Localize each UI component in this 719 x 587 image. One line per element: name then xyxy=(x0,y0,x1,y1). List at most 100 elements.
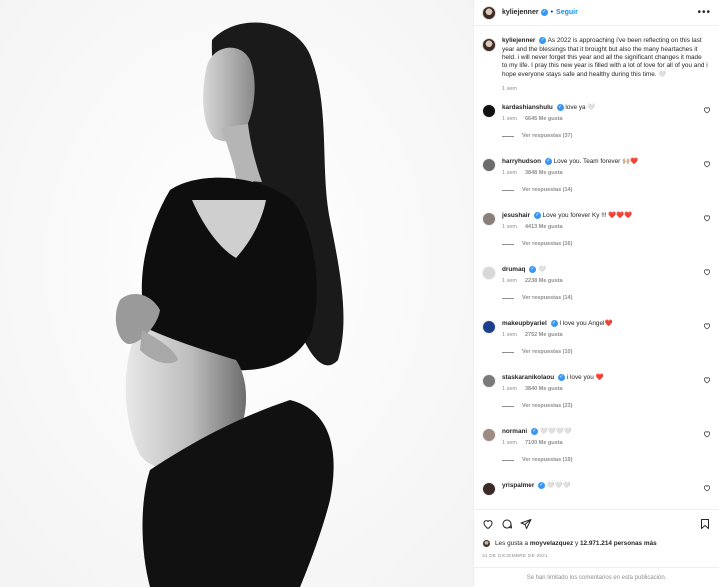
comment-item: kardashianshulu ✓ love ya 🤍 1 sem 6645 Me … xyxy=(482,104,711,158)
comment-time[interactable]: 1 sem xyxy=(502,440,517,446)
comment-like-heart-icon[interactable] xyxy=(703,214,711,222)
author-username[interactable]: kyliejenner xyxy=(502,9,539,16)
comment-body: love ya 🤍 xyxy=(565,104,596,112)
likes-summary: Les gusta a moyvelazquez y 12.971.214 pe… xyxy=(482,539,711,548)
comment-text: makeupbyariel ✓ I love you Angel❤️ xyxy=(502,320,698,328)
author-avatar[interactable] xyxy=(482,5,496,20)
likes-prefix: Les gusta a xyxy=(495,540,529,547)
comment-like-heart-icon[interactable] xyxy=(703,376,711,384)
likes-count[interactable]: 12.971.214 personas más xyxy=(580,540,657,547)
verified-badge-icon: ✓ xyxy=(558,374,565,382)
commenter-avatar[interactable] xyxy=(482,212,496,227)
comment-meta: 1 sem 3840 Me gusta xyxy=(502,386,698,392)
comment-likes[interactable]: 7100 Me gusta xyxy=(525,440,563,446)
comment-likes[interactable]: 4413 Me gusta xyxy=(525,224,563,230)
liker-avatar[interactable] xyxy=(482,539,491,548)
post-image[interactable] xyxy=(0,0,473,587)
comments-limited-notice: Se han limitado los comentarios en esta … xyxy=(474,567,719,587)
comment-body: Love you forever Ky !!! ❤️❤️❤️ xyxy=(542,212,633,220)
verified-badge-icon: ✓ xyxy=(540,9,548,16)
verified-badge-icon: ✓ xyxy=(533,212,541,220)
comment-like-heart-icon[interactable] xyxy=(703,268,711,276)
comment-like-heart-icon[interactable] xyxy=(703,160,711,168)
follow-button[interactable]: Seguir xyxy=(556,9,578,16)
verified-badge-icon: ✓ xyxy=(550,320,558,328)
comment-like-heart-icon[interactable] xyxy=(703,484,711,492)
comments-list[interactable]: kyliejenner ✓ As 2022 is approaching i'v… xyxy=(474,27,719,509)
post-date[interactable]: 31 DE DICIEMBRE DE 2021 xyxy=(482,554,711,559)
comment-time[interactable]: 1 sem xyxy=(502,386,517,392)
comment-body: 🤍🤍🤍 xyxy=(546,482,571,490)
comment-meta: 1 sem 2752 Me gusta xyxy=(502,332,698,338)
view-replies-button[interactable]: Ver respuestas (23) xyxy=(502,403,698,409)
comment-bubble-icon[interactable] xyxy=(501,518,513,530)
commenter-avatar[interactable] xyxy=(482,266,496,281)
verified-badge-icon: ✓ xyxy=(539,37,547,44)
caption-avatar[interactable] xyxy=(482,38,496,52)
liker-username[interactable]: moyvelazquez xyxy=(530,540,573,547)
caption-time: 1 sem xyxy=(502,86,517,93)
view-replies-button[interactable]: Ver respuestas (19) xyxy=(502,457,698,463)
like-heart-icon[interactable] xyxy=(482,518,494,530)
comment-like-heart-icon[interactable] xyxy=(703,106,711,114)
view-replies-button[interactable]: Ver respuestas (37) xyxy=(502,133,698,139)
comment-like-heart-icon[interactable] xyxy=(703,322,711,330)
caption: kyliejenner ✓ As 2022 is approaching i'v… xyxy=(482,37,711,92)
comment-time[interactable]: 1 sem xyxy=(502,278,517,284)
verified-badge-icon: ✓ xyxy=(538,482,546,490)
view-replies-button[interactable]: Ver respuestas (10) xyxy=(502,349,698,355)
commenter-username[interactable]: normani xyxy=(502,428,527,435)
comment-time[interactable]: 1 sem xyxy=(502,170,517,176)
commenter-username[interactable]: drumaq xyxy=(502,266,525,273)
commenter-avatar[interactable] xyxy=(482,374,496,389)
likes-middle: y xyxy=(574,540,579,547)
comment-text: harryhudson ✓ Love you. Team forever 🙌🏼❤… xyxy=(502,158,698,166)
view-replies-button[interactable]: Ver respuestas (16) xyxy=(502,241,698,247)
comment-text: normani ✓ 🤍🤍🤍🤍 xyxy=(502,428,698,436)
comment-likes[interactable]: 2752 Me gusta xyxy=(525,332,563,338)
comment-body: I love you Angel❤️ xyxy=(559,320,613,328)
commenter-username[interactable]: makeupbyariel xyxy=(502,320,547,327)
comment-body: 🤍🤍🤍🤍 xyxy=(539,428,572,436)
view-replies-button[interactable]: Ver respuestas (14) xyxy=(502,187,698,193)
share-send-icon[interactable] xyxy=(520,518,532,530)
commenter-avatar[interactable] xyxy=(482,320,496,335)
commenter-avatar[interactable] xyxy=(482,428,496,443)
commenter-username[interactable]: kardashianshulu xyxy=(502,104,553,111)
comment-time[interactable]: 1 sem xyxy=(502,116,517,122)
comment-meta: 1 sem 7100 Me gusta xyxy=(502,440,698,446)
comment-text: staskaranikolaou ✓ i love you ❤️ xyxy=(502,374,698,382)
post-header: kyliejenner ✓ • Seguir ••• xyxy=(474,0,719,26)
commenter-username[interactable]: yrispalmer xyxy=(502,482,534,489)
comment-item: jesushair ✓ Love you forever Ky !!! ❤️❤️… xyxy=(482,212,711,266)
comment-likes[interactable]: 3840 Me gusta xyxy=(525,386,563,392)
commenter-avatar[interactable] xyxy=(482,104,496,119)
comment-item: normani ✓ 🤍🤍🤍🤍 1 sem 7100 Me gusta Ver resp… xyxy=(482,428,711,482)
post-side-panel: kyliejenner ✓ • Seguir ••• kyliejenner ✓… xyxy=(473,0,719,587)
commenter-avatar[interactable] xyxy=(482,158,496,173)
comment-likes[interactable]: 2238 Me gusta xyxy=(525,278,563,284)
comment-likes[interactable]: 3848 Me gusta xyxy=(525,170,563,176)
verified-badge-icon: ✓ xyxy=(544,158,552,166)
commenter-avatar[interactable] xyxy=(482,482,496,497)
comment-time[interactable]: 1 sem xyxy=(502,224,517,230)
save-bookmark-icon[interactable] xyxy=(699,518,711,530)
caption-username[interactable]: kyliejenner xyxy=(502,37,535,44)
comment-likes[interactable]: 6645 Me gusta xyxy=(525,116,563,122)
commenter-username[interactable]: harryhudson xyxy=(502,158,541,165)
verified-badge-icon: ✓ xyxy=(556,104,564,112)
comment-item: staskaranikolaou ✓ i love you ❤️ 1 sem 384… xyxy=(482,374,711,428)
comment-like-heart-icon[interactable] xyxy=(703,430,711,438)
commenter-username[interactable]: jesushair xyxy=(502,212,530,219)
comment-meta: 1 sem 4413 Me gusta xyxy=(502,224,698,230)
more-options-icon[interactable]: ••• xyxy=(697,7,711,18)
comment-thread: kardashianshulu ✓ love ya 🤍 1 sem 6645 Me … xyxy=(482,104,711,509)
comment-body: 🤍 xyxy=(538,266,546,274)
verified-badge-icon: ✓ xyxy=(529,266,537,274)
comment-time[interactable]: 1 sem xyxy=(502,332,517,338)
commenter-username[interactable]: staskaranikolaou xyxy=(502,374,554,381)
comment-text: kardashianshulu ✓ love ya 🤍 xyxy=(502,104,698,112)
post-photo xyxy=(0,0,473,587)
view-replies-button[interactable]: Ver respuestas (14) xyxy=(502,295,698,301)
comment-meta: 1 sem 3848 Me gusta xyxy=(502,170,698,176)
